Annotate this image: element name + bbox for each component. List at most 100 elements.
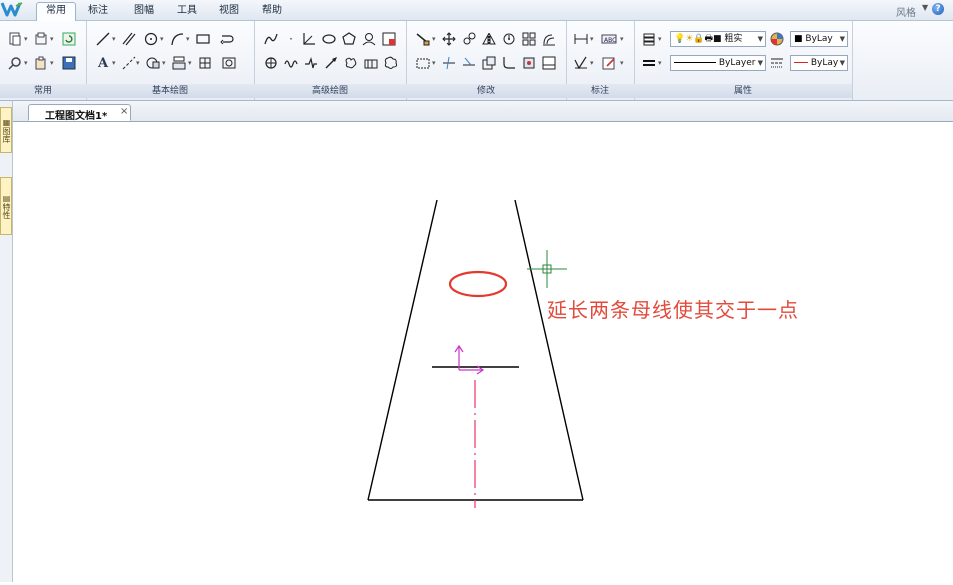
- wave-line-icon[interactable]: [282, 54, 300, 72]
- refresh-icon[interactable]: [60, 30, 78, 48]
- trim-icon[interactable]: [440, 54, 458, 72]
- linetype-combo[interactable]: ByLayer ▼: [670, 55, 766, 71]
- table-icon[interactable]: [196, 54, 214, 72]
- chevron-down-icon[interactable]: ▾: [50, 35, 54, 43]
- ribbon-group-label: 常用: [0, 84, 86, 98]
- parallel-line-icon[interactable]: [120, 30, 138, 48]
- color-combo[interactable]: ■ ByLay ▼: [790, 31, 848, 47]
- break-line-icon[interactable]: [302, 54, 320, 72]
- chevron-down-icon[interactable]: ▾: [136, 59, 140, 67]
- paste-icon[interactable]: [32, 54, 50, 72]
- chevron-down-icon[interactable]: ▾: [432, 35, 436, 43]
- intersection-ellipse: [448, 270, 508, 298]
- close-icon[interactable]: ×: [120, 106, 128, 117]
- side-tab-library[interactable]: ▦图库: [0, 107, 12, 153]
- arrow-icon[interactable]: [322, 54, 340, 72]
- help-icon[interactable]: ?: [932, 3, 944, 15]
- erase-icon[interactable]: [414, 30, 432, 48]
- chevron-down-icon[interactable]: ▾: [50, 59, 54, 67]
- point-icon[interactable]: ·: [282, 30, 300, 48]
- chevron-down-icon[interactable]: ▾: [432, 59, 436, 67]
- chevron-down-icon[interactable]: ▾: [24, 35, 28, 43]
- stretch-icon[interactable]: [414, 54, 432, 72]
- menu-tab-annotate[interactable]: 标注: [80, 3, 116, 20]
- chevron-down-icon[interactable]: ▾: [590, 35, 594, 43]
- rectangle-icon[interactable]: [194, 30, 212, 48]
- color-wheel-icon[interactable]: [768, 30, 786, 48]
- centerline-mark-icon[interactable]: [360, 30, 378, 48]
- menu-tab-tools[interactable]: 工具: [168, 3, 206, 20]
- save-icon[interactable]: [60, 54, 78, 72]
- menu-tab-help[interactable]: 帮助: [253, 3, 291, 20]
- layer-combo[interactable]: 💡☀🔒🖶■ 粗实 ▼: [670, 31, 766, 47]
- rebar-icon[interactable]: [362, 54, 380, 72]
- copy-icon[interactable]: [460, 30, 478, 48]
- explode-icon[interactable]: [520, 54, 538, 72]
- side-tab-properties-label: 特性: [2, 202, 11, 219]
- dimension-text-icon[interactable]: ABC: [600, 30, 618, 48]
- edit-dimension-icon[interactable]: [600, 54, 618, 72]
- new-file-icon[interactable]: [6, 30, 24, 48]
- chevron-down-icon[interactable]: ▼: [922, 3, 928, 12]
- chevron-down-icon[interactable]: ▾: [620, 59, 624, 67]
- chevron-down-icon[interactable]: ▾: [160, 35, 164, 43]
- cloud-line-icon[interactable]: [342, 54, 360, 72]
- chevron-down-icon[interactable]: ▾: [188, 59, 192, 67]
- style-menu-label[interactable]: 风格: [896, 4, 916, 19]
- layer-manager-icon[interactable]: [640, 30, 658, 48]
- find-icon[interactable]: [6, 54, 24, 72]
- lineweight-icon[interactable]: [640, 54, 658, 72]
- spline-icon[interactable]: [262, 30, 280, 48]
- linetype-scale-icon[interactable]: [768, 54, 786, 72]
- ribbon-group-label: 基本绘图: [86, 84, 254, 98]
- polyline-icon[interactable]: [218, 30, 236, 48]
- side-tab-library-label: 图库: [2, 126, 11, 143]
- chevron-down-icon[interactable]: ▾: [620, 35, 624, 43]
- mirror-icon[interactable]: [480, 30, 498, 48]
- line-icon[interactable]: [94, 30, 112, 48]
- chevron-down-icon[interactable]: ▾: [590, 59, 594, 67]
- angle-line-icon[interactable]: [300, 30, 318, 48]
- chevron-down-icon[interactable]: ▾: [162, 59, 166, 67]
- document-tab[interactable]: 工程图文档1* ×: [28, 104, 131, 122]
- side-tab-properties[interactable]: ▤特性: [0, 177, 12, 235]
- gear-teeth-icon[interactable]: [262, 54, 280, 72]
- chevron-down-icon[interactable]: ▾: [24, 59, 28, 67]
- ellipse-icon[interactable]: [320, 30, 338, 48]
- hatch-icon[interactable]: [144, 54, 162, 72]
- open-file-icon[interactable]: [32, 30, 50, 48]
- arc-icon[interactable]: [168, 30, 186, 48]
- app-logo[interactable]: [0, 0, 30, 20]
- menu-tab-sheet[interactable]: 图幅: [124, 3, 164, 20]
- text-icon[interactable]: A: [94, 54, 112, 72]
- drawing-canvas[interactable]: [13, 122, 953, 582]
- dimension-icon[interactable]: [572, 30, 590, 48]
- chevron-down-icon[interactable]: ▾: [112, 59, 116, 67]
- right-generatrix-line: [514, 199, 584, 501]
- document-tab-strip: 工程图文档1* ×: [0, 101, 953, 122]
- chevron-down-icon[interactable]: ▾: [658, 59, 662, 67]
- chevron-down-icon[interactable]: ▾: [186, 35, 190, 43]
- roughness-icon[interactable]: [572, 54, 590, 72]
- revision-cloud-icon[interactable]: [382, 54, 400, 72]
- move-icon[interactable]: [440, 30, 458, 48]
- offset-icon[interactable]: [540, 30, 558, 48]
- chevron-down-icon[interactable]: ▾: [112, 35, 116, 43]
- block-icon[interactable]: [170, 54, 188, 72]
- break-icon[interactable]: [540, 54, 558, 72]
- scale-icon[interactable]: [480, 54, 498, 72]
- annotation-text: 延长两条母线使其交于一点: [547, 298, 799, 322]
- fillet-icon[interactable]: [500, 54, 518, 72]
- rotate-icon[interactable]: [500, 30, 518, 48]
- extend-icon[interactable]: [460, 54, 478, 72]
- ribbon-group-label: 高级绘图: [254, 84, 406, 98]
- circle-icon[interactable]: [142, 30, 160, 48]
- image-icon[interactable]: [220, 54, 238, 72]
- polygon-icon[interactable]: [340, 30, 358, 48]
- chevron-down-icon[interactable]: ▾: [658, 35, 662, 43]
- line-color-combo[interactable]: ByLay ▼: [790, 55, 848, 71]
- menu-tab-view[interactable]: 视图: [210, 3, 248, 20]
- menu-tab-common[interactable]: 常用: [36, 2, 76, 21]
- array-icon[interactable]: [520, 30, 538, 48]
- hatch-fill-icon[interactable]: [380, 30, 398, 48]
